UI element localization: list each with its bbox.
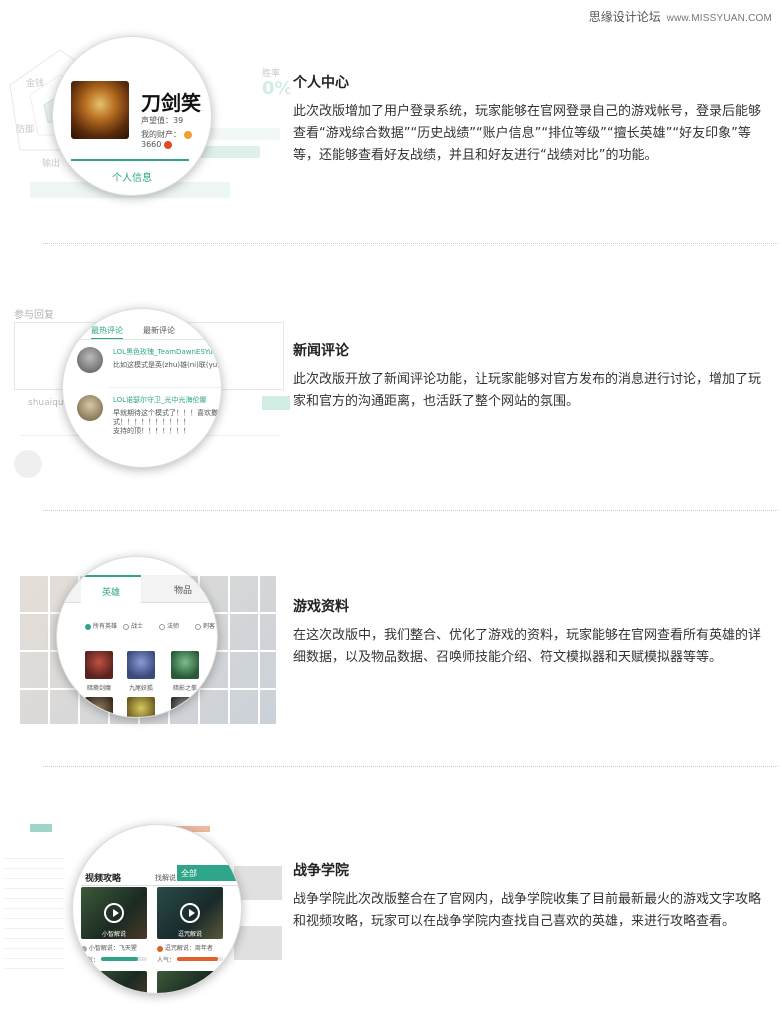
game-data-magnifier: 英雄 物品 所有英雄 战士 法师 刺客 暗裔剑魔 九尾妖狐 暗影之拳 — [56, 556, 218, 718]
tab-active-underline — [71, 159, 189, 161]
popularity-bar — [101, 957, 138, 961]
tab-items[interactable]: 物品 — [153, 583, 213, 596]
popularity-label: 人气： — [157, 957, 176, 964]
hero-name: 暗影之拳 — [172, 685, 197, 692]
video-thumbnail[interactable] — [81, 971, 147, 993]
hero-name: 九尾妖狐 — [128, 685, 153, 692]
section-divider — [43, 766, 778, 767]
tab-divider — [63, 339, 221, 340]
section-war-academy: 视频攻略 找解说 全部 小智解说 逗咒解说 小智解说：飞天猩 逗咒解说：周年者 … — [0, 768, 782, 1029]
bg-comment-avatar — [14, 450, 42, 478]
tab-new-comments[interactable]: 最新评论 — [143, 325, 175, 336]
section-body: 在这次改版中，我们整合、优化了游戏的资料，玩家能够在官网查看所有英雄的详细数据，… — [293, 628, 762, 665]
video-thumbnail[interactable]: 小智解说 — [81, 887, 147, 939]
hero-portrait[interactable] — [171, 697, 199, 717]
asset-line: 我的财产： 3660 — [141, 129, 211, 149]
hero-portrait[interactable] — [85, 651, 113, 679]
section-divider — [43, 243, 778, 244]
find-commentator-label: 找解说 — [155, 874, 176, 882]
section-personal-center: 金钱 防御 输出 胜率 0% 刀剑笑 声望值：39 我的财产： 3660 个人信… — [0, 0, 782, 245]
play-icon — [104, 903, 124, 923]
hero-portrait[interactable] — [85, 697, 113, 717]
radio-icon — [195, 623, 201, 630]
reputation-label: 声望值：39 — [141, 116, 184, 125]
section-game-data: 英雄 物品 所有英雄 战士 法师 刺客 暗裔剑魔 九尾妖狐 暗影之拳 游戏资料 … — [0, 512, 782, 768]
section-divider — [43, 510, 778, 511]
tab-hot-comments[interactable]: 最热评论 — [91, 325, 123, 340]
filter-all-button[interactable]: 全部 — [177, 865, 241, 881]
asset-value: 3660 — [141, 140, 162, 149]
news-comments-magnifier: 最热评论 最新评论 LOL黑色玫瑰_TeamDawnESYuKin 比如这模式是… — [62, 308, 222, 468]
reply-header: 参与回复 — [14, 310, 54, 321]
radio-selected-icon — [85, 623, 91, 630]
user-name: 刀剑笑 — [141, 91, 201, 115]
game-data-text: 游戏资料 在这次改版中，我们整合、优化了游戏的资料，玩家能够在官网查看所有英雄的… — [293, 596, 771, 669]
stat-bar — [200, 128, 280, 140]
user-avatar — [71, 81, 129, 139]
radar-label-defense: 防御 — [16, 125, 35, 135]
section-news-comments: 参与回复 shuaiqu 最热评论 最新评论 LOL黑色玫瑰_TeamDawnE… — [0, 246, 782, 510]
comment-text: 式！！！！！！！！！！ — [113, 418, 190, 426]
filter-mage[interactable]: 法师 — [159, 621, 179, 630]
popularity-bar — [177, 957, 219, 961]
section-title: 战争学院 — [293, 863, 349, 879]
radar-label-gold: 金钱 — [26, 79, 45, 89]
news-comments-text: 新闻评论 此次改版开放了新闻评论功能，让玩家能够对官方发布的消息进行讨论，增加了… — [293, 340, 771, 413]
hero-name: 暗裔剑魔 — [86, 685, 111, 692]
author-icon — [81, 945, 87, 952]
comment-text: 支持的顶！！！！！！！ — [113, 427, 190, 435]
reply-username: shuaiqu — [28, 398, 64, 408]
section-title: 个人中心 — [293, 75, 349, 91]
radar-label-damage: 输出 — [42, 159, 61, 169]
section-title: 游戏资料 — [293, 599, 349, 615]
personal-center-text: 个人中心 此次改版增加了用户登录系统，玩家能够在官网登录自己的游戏帐号，登录后能… — [293, 72, 771, 167]
section-body: 此次改版开放了新闻评论功能，让玩家能够对官方发布的消息进行讨论，增加了玩家和官方… — [293, 372, 762, 409]
header-divider — [81, 885, 241, 886]
video-author: 小智解说：飞天猩 — [81, 943, 137, 952]
tab-heroes[interactable]: 英雄 — [81, 575, 141, 603]
bg-list — [4, 858, 64, 978]
commenter-avatar — [77, 347, 103, 373]
commenter-name[interactable]: LOL黑色玫瑰_TeamDawnESYuKin — [113, 347, 221, 357]
war-academy-magnifier: 视频攻略 找解说 全部 小智解说 逗咒解说 小智解说：飞天猩 逗咒解说：周年者 … — [72, 824, 242, 994]
author-icon — [157, 945, 163, 952]
video-caption: 小智解说 — [101, 931, 126, 938]
war-academy-text: 战争学院 战争学院此次改版整合在了官网内，战争学院收集了目前最新最火的游戏文字攻… — [293, 860, 771, 933]
reply-submit-button — [262, 396, 290, 410]
coin-icon — [183, 130, 192, 139]
video-thumbnail[interactable]: 逗咒解说 — [157, 887, 223, 939]
commenter-avatar — [77, 395, 103, 421]
bg-thumb — [234, 866, 282, 900]
comment-text: 早就期待这个模式了！！！喜欢撒哈 — [113, 409, 222, 417]
comment-text: 比如这模式是英(zhu)雄(ni)联(yu)盟(re — [113, 361, 221, 369]
filter-fighter[interactable]: 战士 — [123, 621, 143, 630]
notification-dot-icon — [163, 140, 172, 149]
video-guides-header: 视频攻略 — [85, 874, 122, 884]
tab-personal-info[interactable]: 个人信息 — [53, 169, 211, 184]
filter-all-heroes[interactable]: 所有英雄 — [85, 621, 117, 630]
popularity-track — [101, 957, 147, 961]
radio-icon — [123, 623, 129, 630]
video-author: 逗咒解说：周年者 — [157, 943, 213, 952]
section-body: 战争学院此次改版整合在了官网内，战争学院收集了目前最新最火的游戏文字攻略和视频攻… — [293, 892, 762, 929]
commenter-name[interactable]: LOL诺瑟尔守卫_光中光海伦娜 — [113, 395, 207, 405]
play-icon — [180, 903, 200, 923]
bg-thumb — [234, 926, 282, 960]
popularity-label: 人气： — [81, 957, 100, 964]
bg-toolbar — [30, 824, 52, 832]
section-body: 此次改版增加了用户登录系统，玩家能够在官网登录自己的游戏帐号，登录后能够查看“游… — [293, 104, 762, 163]
popularity-track — [177, 957, 223, 961]
winrate-value: 0% — [262, 78, 290, 99]
video-caption: 逗咒解说 — [177, 931, 202, 938]
comment-divider — [109, 387, 221, 388]
personal-center-magnifier: 刀剑笑 声望值：39 我的财产： 3660 个人信息 — [52, 36, 212, 196]
radio-icon — [159, 623, 165, 630]
asset-label: 我的财产： — [141, 130, 181, 139]
section-title: 新闻评论 — [293, 343, 349, 359]
hero-portrait[interactable] — [127, 697, 155, 717]
video-thumbnail[interactable] — [157, 971, 223, 993]
filter-assassin[interactable]: 刺客 — [195, 621, 215, 630]
hero-portrait[interactable] — [171, 651, 199, 679]
hero-portrait[interactable] — [127, 651, 155, 679]
